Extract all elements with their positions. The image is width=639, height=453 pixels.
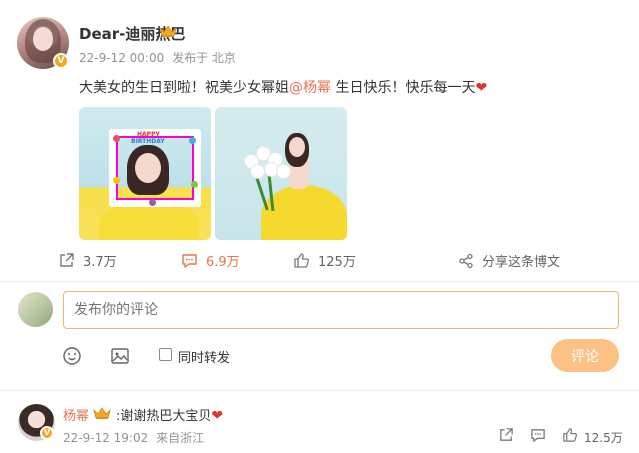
- divider: [0, 281, 639, 282]
- post-text-before: 大美女的生日到啦！祝美少女幂姐: [79, 80, 289, 96]
- comment-count: 6.9万: [206, 255, 240, 270]
- crown-icon: [93, 407, 111, 419]
- share-icon: [60, 253, 74, 267]
- confetti-dot: [113, 135, 120, 142]
- share-count: 3.7万: [83, 255, 117, 270]
- frame-text-happy: HAPPY: [137, 131, 160, 138]
- comment-input[interactable]: [63, 291, 619, 329]
- yellow-dress: [261, 185, 347, 240]
- reply-meta: 22-9-12 19:02 来自浙江: [63, 429, 208, 446]
- mention-link[interactable]: @杨幂: [289, 80, 331, 96]
- post-text: 大美女的生日到啦！祝美少女幂姐@杨幂 生日快乐！快乐每一天❤: [79, 77, 487, 97]
- flower: [277, 165, 290, 178]
- repost-label[interactable]: 同时转发: [178, 347, 230, 366]
- reply-date: 22-9-12 19:02: [63, 431, 149, 445]
- current-user-avatar[interactable]: [18, 292, 53, 327]
- share-button[interactable]: 3.7万: [58, 251, 117, 270]
- like-count: 125万: [318, 255, 356, 270]
- verified-icon: V: [40, 426, 54, 440]
- post-meta: 22-9-12 00:00 发布于 北京: [79, 49, 240, 66]
- confetti-dot: [191, 181, 198, 188]
- post-image-2[interactable]: [215, 107, 347, 240]
- avatar-face: [33, 27, 53, 51]
- reply-author[interactable]: 杨幂: [63, 405, 89, 424]
- forward-label: 分享这条博文: [482, 255, 561, 270]
- reply-body: :谢谢热巴大宝贝: [116, 409, 212, 424]
- divider: [0, 390, 639, 391]
- confetti-dot: [149, 199, 156, 206]
- image-icon[interactable]: [110, 346, 130, 366]
- crown-icon: [159, 25, 177, 37]
- like-button[interactable]: 125万: [293, 251, 356, 270]
- confetti-dot: [189, 137, 196, 144]
- heart-emoji: ❤: [475, 80, 488, 96]
- repost-checkbox[interactable]: [159, 348, 172, 361]
- share-icon[interactable]: [498, 427, 514, 443]
- confetti-dot: [113, 177, 120, 184]
- like-icon[interactable]: [562, 427, 578, 443]
- comment-icon: [182, 254, 197, 268]
- post-image-1[interactable]: HAPPY BIRTHDAY: [79, 107, 211, 240]
- post-date[interactable]: 22-9-12 00:00: [79, 51, 164, 65]
- flower: [265, 163, 278, 176]
- like-icon: [294, 253, 309, 268]
- reply-text: :谢谢热巴大宝贝❤: [116, 405, 223, 424]
- verified-icon: V: [53, 53, 69, 69]
- submit-comment-button[interactable]: 评论: [551, 339, 619, 372]
- forward-icon: [459, 253, 473, 268]
- heart-emoji: ❤: [211, 408, 224, 424]
- frame-text-birthday: BIRTHDAY: [131, 138, 165, 145]
- comment-icon[interactable]: [530, 427, 546, 443]
- post-source: 发布于 北京: [172, 51, 236, 65]
- comment-button[interactable]: 6.9万: [181, 251, 240, 270]
- flower: [251, 165, 264, 178]
- face: [289, 137, 305, 157]
- reply-like-count: 12.5万: [584, 431, 623, 445]
- emoji-icon[interactable]: [62, 346, 82, 366]
- post-text-after: 生日快乐！快乐每一天: [331, 80, 476, 96]
- reply-location: 来自浙江: [156, 431, 205, 445]
- forward-post-button[interactable]: 分享这条博文: [458, 251, 560, 270]
